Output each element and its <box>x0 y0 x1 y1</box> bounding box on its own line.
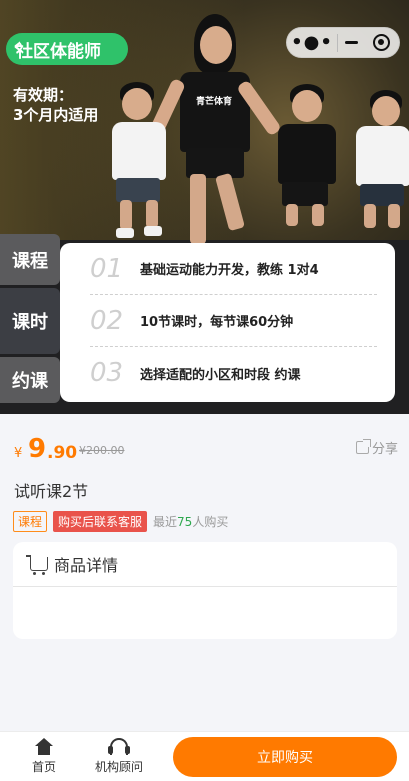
step-number: 02 <box>90 305 124 336</box>
price-row: ¥ 9 .90 ¥200.00 分享 <box>14 434 398 466</box>
child-figure-2 <box>272 84 338 234</box>
bottom-action-bar: 首页 机构顾问 立即购买 <box>0 731 409 781</box>
purchase-suffix: 人购买 <box>192 514 229 529</box>
buy-now-button[interactable]: 立即购买 <box>173 737 397 777</box>
more-dots-icon[interactable]: •●• <box>287 32 337 53</box>
shirt-logo: 青芒体育 <box>196 97 233 107</box>
validity-text: 有效期： 3个月内适用 <box>13 85 98 125</box>
price-integer: 9 <box>28 434 47 464</box>
share-icon <box>355 439 371 454</box>
product-detail-card: 商品详情 <box>13 542 397 639</box>
share-label: 分享 <box>371 442 398 457</box>
step-number: 01 <box>90 253 124 284</box>
side-tab-booking[interactable]: 约课 <box>0 357 60 403</box>
step-row: 01 基础运动能力开发，教练 1对4 <box>90 243 377 295</box>
purchase-count: 最近75人购买 <box>153 513 228 530</box>
home-icon <box>35 738 53 755</box>
course-steps-card: 01 基础运动能力开发，教练 1对4 02 10节课时，每节课60分钟 03 选… <box>60 243 395 402</box>
coach-figure: 青芒体育 <box>147 14 282 254</box>
original-price: ¥200.00 <box>79 444 125 457</box>
nav-consultant[interactable]: 机构顾问 <box>89 738 149 775</box>
mini-program-capsule: •●• <box>286 27 400 58</box>
step-text: 10节课时，每节课60分钟 <box>140 315 294 330</box>
side-tab-lessons[interactable]: 课时 <box>0 288 60 354</box>
nav-home[interactable]: 首页 <box>14 738 74 775</box>
share-button[interactable]: 分享 <box>355 438 398 457</box>
course-title: 试听课2节 <box>14 482 89 501</box>
service-tag: 购买后联系客服 <box>53 510 148 532</box>
validity-value: 3个月内适用 <box>13 106 99 124</box>
purchase-prefix: 最近 <box>153 514 178 529</box>
child-figure-1 <box>110 82 170 242</box>
page-title-pill: 社区体能师 <box>6 33 128 65</box>
nav-home-label: 首页 <box>31 760 56 774</box>
page-title: 社区体能师 <box>16 41 101 62</box>
child-figure-3 <box>350 90 409 240</box>
minimize-icon[interactable] <box>338 41 364 44</box>
step-row: 03 选择适配的小区和时段 约课 <box>90 347 377 399</box>
validity-label: 有效期： <box>13 86 74 104</box>
side-tab-course[interactable]: 课程 <box>0 234 60 285</box>
step-text: 选择适配的小区和时段 约课 <box>140 367 301 383</box>
price-decimal: .90 <box>47 443 78 463</box>
tag-row: 课程 购买后联系客服 最近75人购买 <box>13 510 228 532</box>
category-tag: 课程 <box>13 510 48 532</box>
headset-icon <box>108 738 130 755</box>
target-close-icon[interactable] <box>364 34 399 51</box>
purchase-number: 75 <box>177 514 193 529</box>
product-detail-title: 商品详情 <box>54 556 119 575</box>
step-row: 02 10节课时，每节课60分钟 <box>90 295 377 347</box>
cart-icon <box>26 555 48 575</box>
step-number: 03 <box>90 358 124 388</box>
nav-consultant-label: 机构顾问 <box>94 760 143 774</box>
step-text: 基础运动能力开发，教练 1对4 <box>140 263 319 278</box>
currency-symbol: ¥ <box>14 446 23 461</box>
back-arrow-icon[interactable]: ‹ <box>13 34 22 59</box>
product-detail-header: 商品详情 <box>13 542 397 587</box>
